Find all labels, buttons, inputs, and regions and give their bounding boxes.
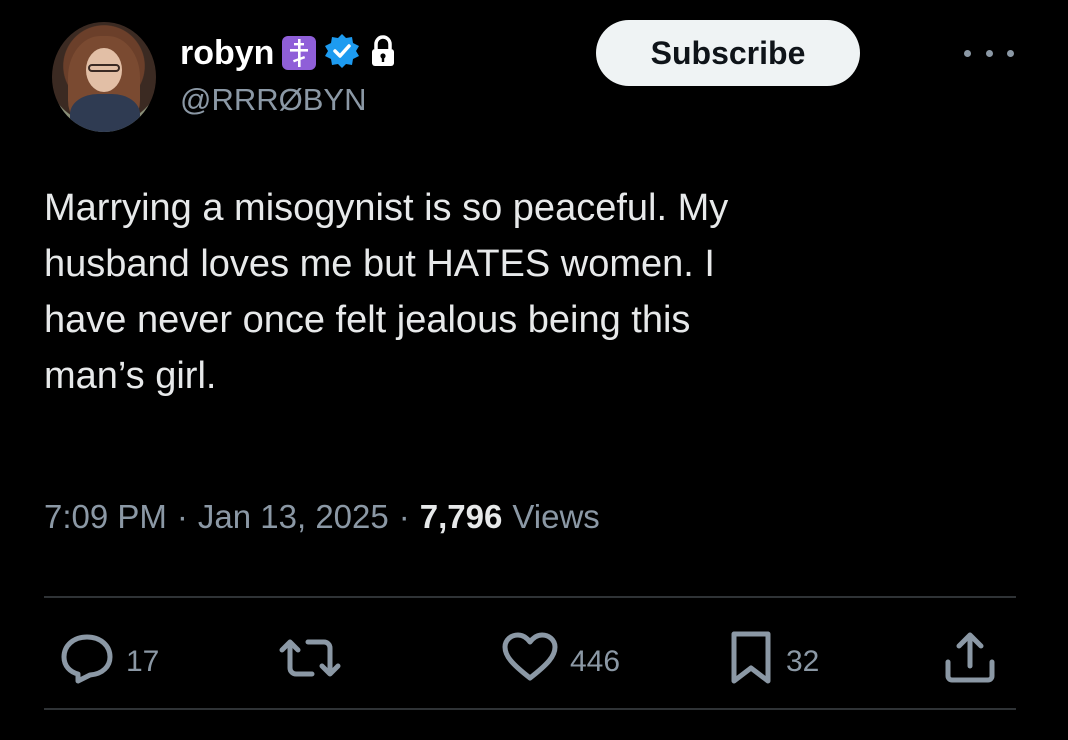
author-display-name[interactable]: robyn [180, 34, 274, 73]
tweet-text: Marrying a misogynist is so peaceful. My… [44, 187, 729, 397]
verified-badge-icon[interactable] [324, 33, 360, 74]
reply-icon [58, 632, 116, 692]
views-count[interactable]: 7,796 [420, 498, 503, 536]
bookmark-count: 32 [786, 645, 820, 678]
more-dot [1007, 49, 1014, 57]
tweet-meta: 7:09 PM · Jan 13, 2025 · 7,796 Views [44, 498, 600, 536]
retweet-icon [276, 632, 344, 692]
views-label: Views [512, 498, 600, 535]
bookmark-icon [726, 630, 776, 694]
bookmark-button[interactable]: 32 [726, 630, 820, 694]
reply-count: 17 [126, 645, 160, 678]
like-button[interactable]: 446 [500, 632, 620, 692]
orthodox-cross-icon [282, 36, 317, 70]
like-count: 446 [570, 645, 621, 678]
meta-separator: · [398, 498, 410, 535]
author-handle[interactable]: @RRRØBYN [180, 82, 366, 118]
bottom-divider [44, 708, 1016, 710]
heart-icon [500, 632, 560, 692]
meta-separator: · [176, 498, 188, 535]
retweet-button[interactable] [276, 632, 354, 692]
lock-icon [368, 34, 398, 73]
avatar-glasses [88, 64, 120, 72]
more-dot [964, 49, 971, 57]
more-options-icon[interactable] [964, 38, 1014, 68]
top-divider [44, 596, 1016, 598]
more-dot [985, 49, 993, 57]
reply-button[interactable]: 17 [58, 632, 159, 692]
tweet-date[interactable]: Jan 13, 2025 [198, 498, 389, 536]
share-icon [940, 630, 1000, 694]
avatar-body [70, 94, 140, 132]
author-name-row[interactable]: robyn [180, 28, 398, 78]
share-button[interactable] [940, 632, 1000, 692]
tweet-time[interactable]: 7:09 PM [44, 498, 167, 536]
subscribe-button[interactable]: Subscribe [596, 20, 860, 86]
author-avatar[interactable] [52, 22, 156, 132]
